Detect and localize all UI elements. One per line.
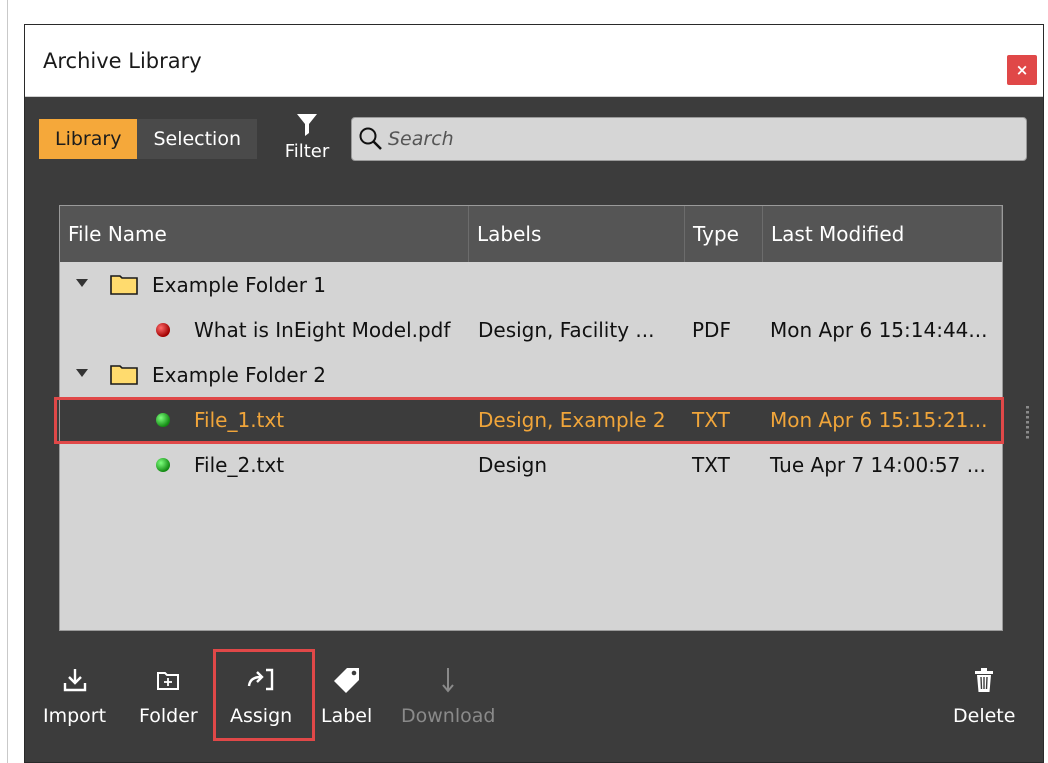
file-modified: Mon Apr 6 15:14:44...: [770, 317, 988, 342]
title-bar: Archive Library ×: [25, 25, 1043, 97]
column-type[interactable]: Type: [685, 206, 763, 262]
assign-icon: [247, 668, 274, 691]
expand-triangle-icon[interactable]: [76, 369, 88, 377]
import-label: Import: [43, 705, 107, 727]
table-row[interactable]: Example Folder 2: [60, 352, 1002, 397]
column-labels[interactable]: Labels: [469, 206, 685, 262]
column-last-modified[interactable]: Last Modified: [763, 206, 1002, 262]
file-modified: Mon Apr 6 15:15:21...: [770, 407, 988, 432]
folder-button[interactable]: Folder: [139, 661, 198, 737]
bottom-toolbar: Import Folder Assign Label Download Dele…: [25, 661, 1043, 741]
folder-icon: [110, 275, 138, 295]
table-header: File Name Labels Type Last Modified: [60, 206, 1002, 262]
column-file-name[interactable]: File Name: [60, 206, 469, 262]
label-label: Label: [321, 705, 373, 727]
view-tabs: Library Selection: [39, 119, 257, 159]
file-labels: Design, Example 2: [478, 407, 666, 432]
file-name: What is InEight Model.pdf: [194, 317, 451, 342]
import-icon: [63, 669, 86, 692]
status-red-icon: [156, 323, 170, 337]
tab-selection[interactable]: Selection: [137, 119, 257, 159]
label-button[interactable]: Label: [321, 661, 372, 737]
file-labels: Design: [478, 452, 548, 477]
download-label: Download: [401, 705, 496, 727]
delete-button[interactable]: Delete: [953, 661, 1015, 737]
search-input[interactable]: [388, 128, 988, 150]
file-name: File_2.txt: [194, 452, 285, 477]
file-labels: Design, Facility ...: [478, 317, 655, 342]
expand-triangle-icon[interactable]: [76, 279, 88, 287]
folder-name: Example Folder 2: [152, 362, 327, 387]
folder-label: Folder: [139, 705, 198, 727]
file-name: File_1.txt: [194, 407, 285, 432]
file-type: TXT: [692, 452, 730, 477]
assign-button[interactable]: Assign: [230, 661, 292, 737]
window-title: Archive Library: [43, 49, 202, 73]
table-row[interactable]: What is InEight Model.pdf Design, Facili…: [60, 307, 1002, 352]
tab-library[interactable]: Library: [39, 119, 138, 159]
status-green-icon: [156, 413, 170, 427]
import-button[interactable]: Import: [43, 661, 106, 737]
file-type: TXT: [692, 407, 730, 432]
status-green-icon: [156, 458, 170, 472]
filter-button[interactable]: Filter: [277, 109, 337, 171]
table-row[interactable]: File_2.txt Design TXT Tue Apr 7 14:00:57…: [60, 442, 1002, 487]
file-modified: Tue Apr 7 14:00:57 ...: [770, 452, 986, 477]
folder-icon: [110, 365, 138, 385]
search-icon: [359, 127, 382, 150]
search-box[interactable]: [351, 117, 1027, 161]
trash-icon: [975, 668, 994, 692]
filter-label: Filter: [284, 141, 330, 162]
table-row-selected[interactable]: File_1.txt Design, Example 2 TXT Mon Apr…: [60, 397, 1002, 442]
file-table: File Name Labels Type Last Modified Exam…: [59, 205, 1003, 631]
file-type: PDF: [692, 317, 731, 342]
archive-library-window: Archive Library × Library Selection Filt…: [24, 24, 1044, 763]
tag-icon: [333, 668, 359, 693]
close-button[interactable]: ×: [1007, 55, 1037, 85]
add-folder-icon: [157, 672, 180, 690]
download-icon: [442, 668, 454, 693]
table-row[interactable]: Example Folder 1: [60, 262, 1002, 307]
close-icon: ×: [1015, 61, 1029, 79]
frame-border: [7, 0, 8, 763]
funnel-icon: [297, 114, 317, 136]
download-button[interactable]: Download: [401, 661, 495, 737]
delete-label: Delete: [953, 705, 1016, 727]
folder-name: Example Folder 1: [152, 272, 327, 297]
table-body: Example Folder 1 What is InEight Model.p…: [60, 262, 1002, 487]
resize-grip[interactable]: [1026, 406, 1029, 440]
assign-label: Assign: [230, 705, 293, 727]
